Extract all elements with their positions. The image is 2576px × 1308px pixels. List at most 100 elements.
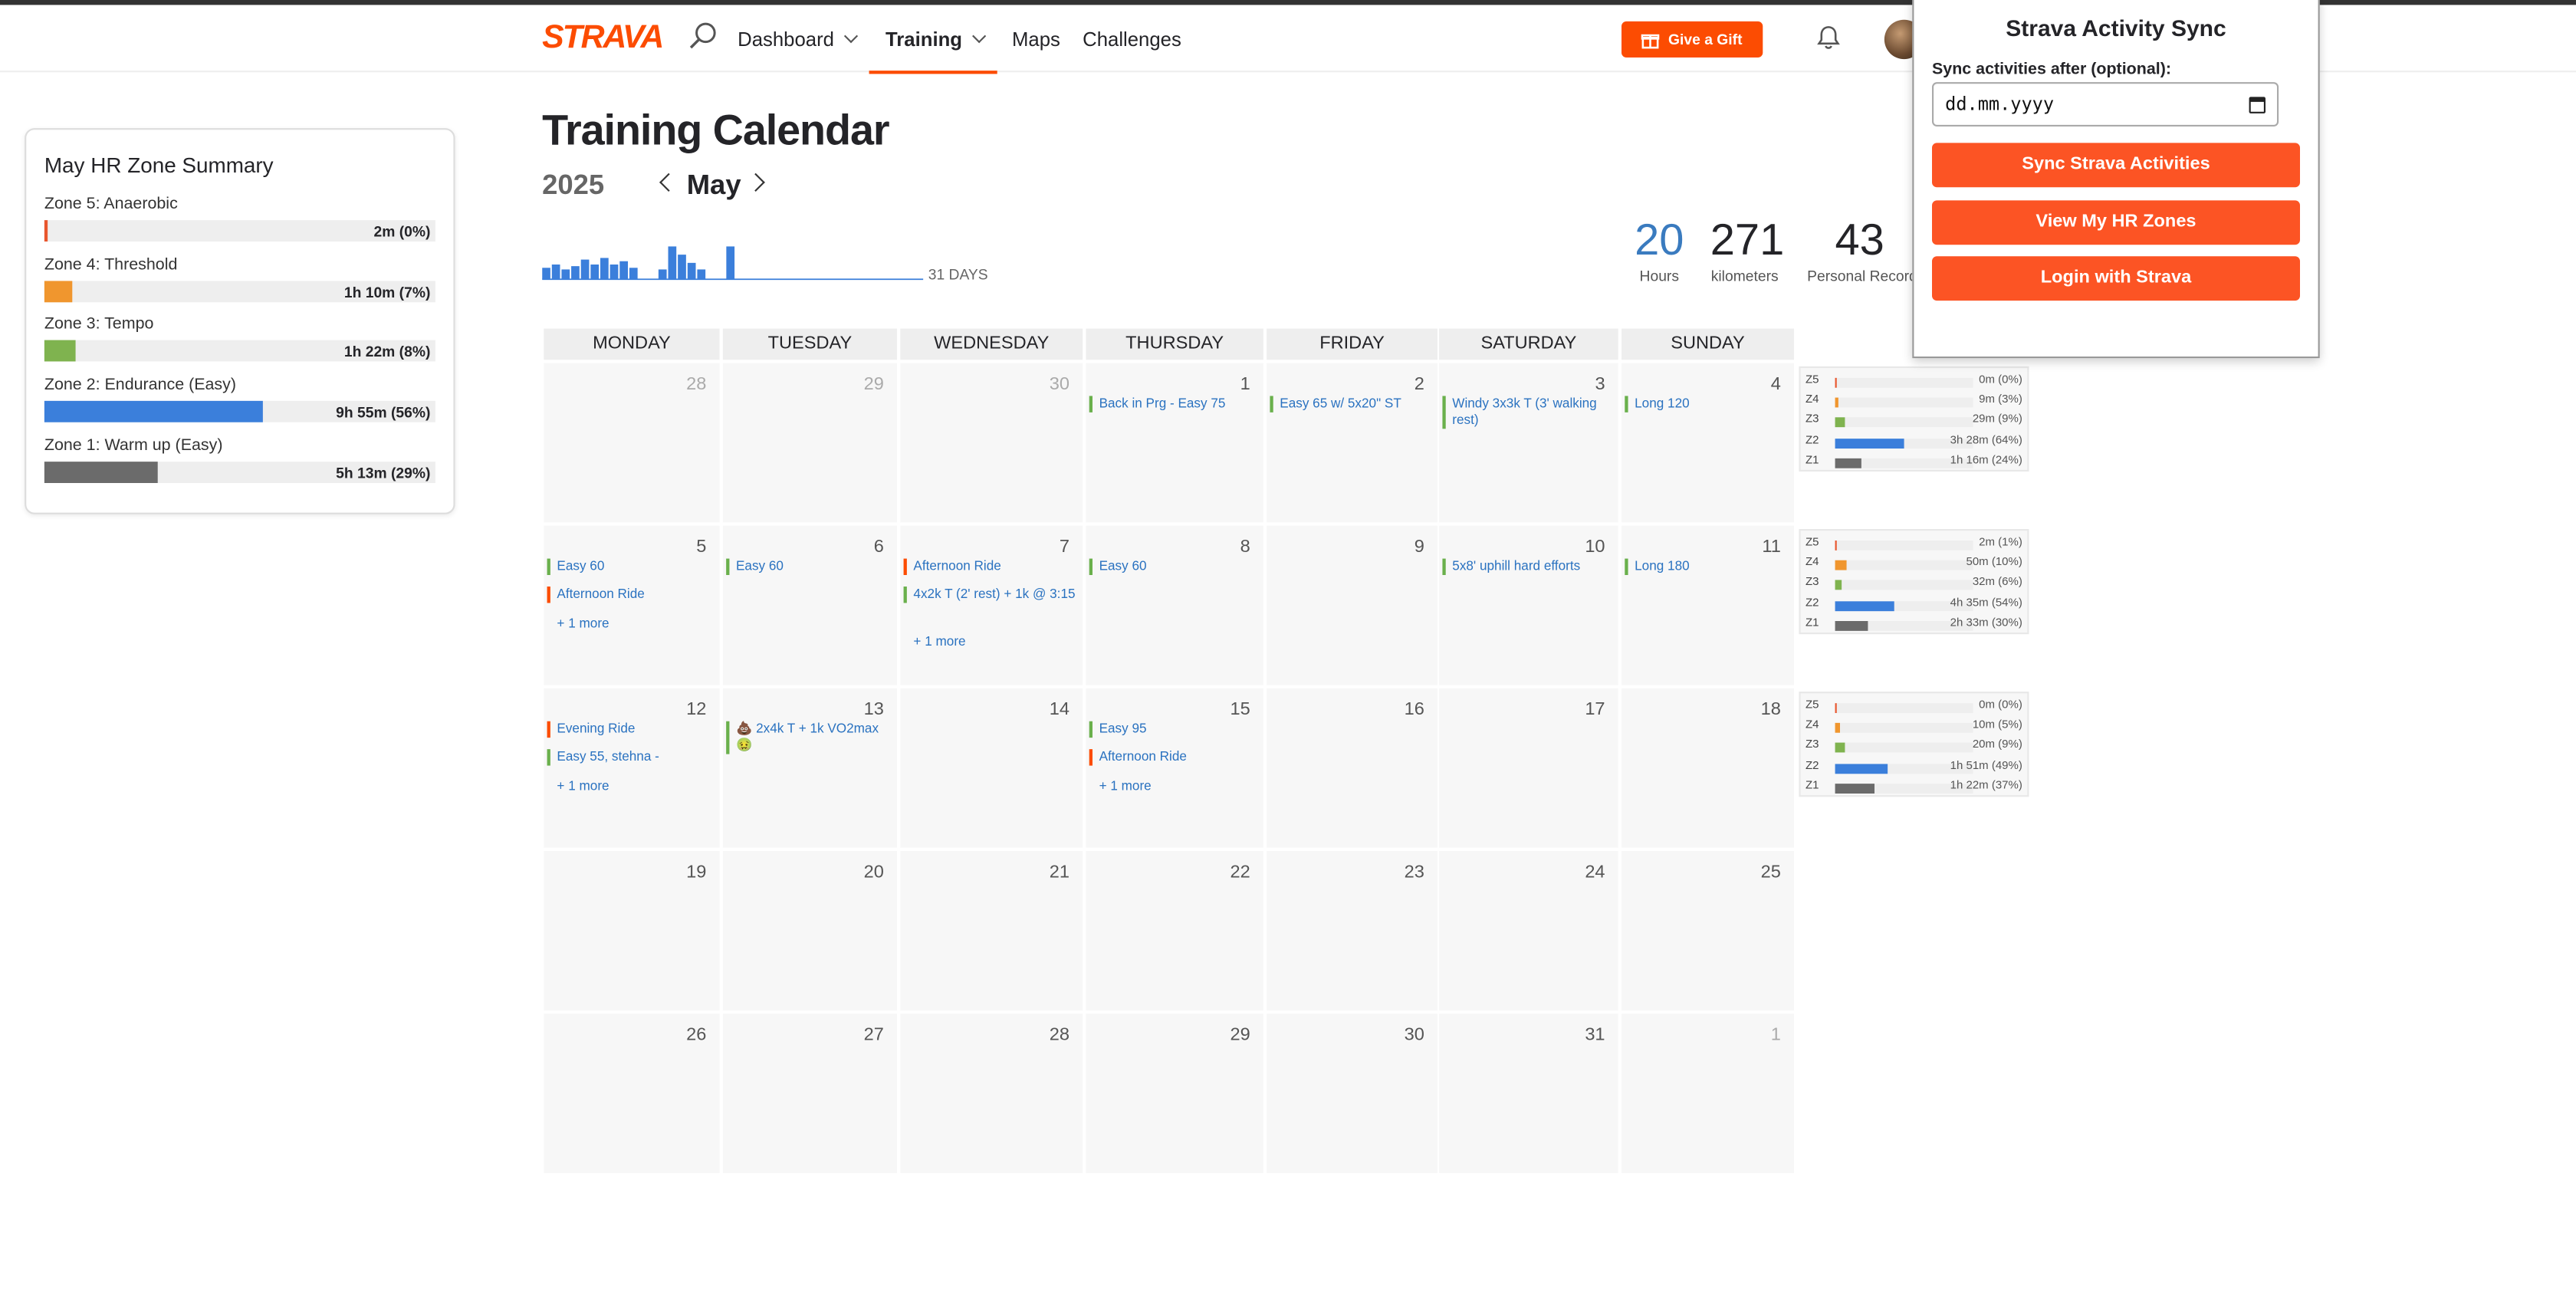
activity-link[interactable]: Easy 55, stehna - — [547, 749, 713, 766]
sync-date-input[interactable]: dd.mm.yyyy — [1932, 82, 2279, 127]
zone-bar-fill — [44, 462, 158, 483]
month-label: May — [686, 169, 741, 201]
activity-link[interactable]: Easy 60 — [1089, 558, 1257, 575]
day-cell[interactable]: 13 💩 2x4k T + 1k VO2max 🤢 — [722, 688, 897, 848]
activity-link[interactable]: Afternoon Ride — [903, 558, 1076, 575]
day-cell[interactable]: 12 Evening Ride Easy 55, stehna - + 1 more — [544, 688, 720, 848]
day-cell[interactable]: 26 — [544, 1014, 720, 1173]
nav-training[interactable]: Training — [886, 28, 986, 51]
day-cell[interactable]: 30 — [1267, 1014, 1438, 1173]
day-number: 30 — [1049, 374, 1070, 395]
zone-label: Zone 2: Endurance (Easy) — [44, 376, 237, 395]
more-activities-link[interactable]: + 1 more — [913, 634, 965, 649]
day-number: 4 — [1770, 374, 1781, 395]
stat-block: 43 Personal Records — [1807, 215, 1912, 284]
more-activities-link[interactable]: + 1 more — [557, 779, 609, 794]
weekly-hr-zone-label: Z2 — [1806, 434, 1819, 446]
nav-dashboard[interactable]: Dashboard — [738, 28, 858, 51]
day-cell[interactable]: 19 — [544, 851, 720, 1011]
day-cell[interactable]: 25 — [1622, 851, 1794, 1011]
day-cell[interactable]: 16 — [1267, 688, 1438, 848]
day-cell[interactable]: 27 — [722, 1014, 897, 1173]
zone-row: Zone 5: Anaerobic 2m (0%) — [44, 196, 435, 242]
day-cell[interactable]: 7 Afternoon Ride 4x2k T (2' rest) + 1k @ 3… — [900, 525, 1083, 685]
activity-link[interactable]: Afternoon Ride — [1089, 749, 1257, 766]
activity-link[interactable]: 4x2k T (2' rest) + 1k @ 3:15 — [903, 587, 1076, 603]
day-cell[interactable]: 24 — [1439, 851, 1618, 1011]
day-cell[interactable]: 5 Easy 60 Afternoon Ride + 1 more — [544, 525, 720, 685]
weekly-hr-value: 4h 35m (54%) — [1950, 597, 2022, 610]
day-cell[interactable]: 21 — [900, 851, 1083, 1011]
nav-challenges[interactable]: Challenges — [1083, 28, 1181, 51]
day-number: 14 — [1049, 699, 1070, 720]
activity-link[interactable]: Evening Ride — [547, 721, 713, 738]
zone-row: Zone 4: Threshold 1h 10m (7%) — [44, 256, 435, 303]
day-cell[interactable]: 4 Long 120 — [1622, 363, 1794, 523]
nav-maps[interactable]: Maps — [1012, 28, 1060, 51]
day-number: 5 — [696, 537, 707, 557]
activity-link[interactable]: Windy 3x3k T (3' walking rest) — [1442, 396, 1612, 429]
day-cell[interactable]: 18 — [1622, 688, 1794, 848]
popup-title: Strava Activity Sync — [2006, 15, 2226, 41]
weekly-hr-row: Z2 1h 51m (49%) — [1806, 760, 2026, 776]
hr-zone-summary-panel: May HR Zone Summary Zone 5: Anaerobic 2m … — [25, 128, 455, 514]
weekly-hr-bar — [1835, 560, 1973, 570]
day-cell[interactable]: 20 — [722, 851, 897, 1011]
day-cell[interactable]: 3 Windy 3x3k T (3' walking rest) — [1439, 363, 1618, 523]
activity-link[interactable]: Back in Prg - Easy 75 — [1089, 396, 1257, 412]
activity-link[interactable]: Long 180 — [1625, 558, 1787, 575]
sparkline-day-bar — [590, 265, 600, 280]
day-cell[interactable]: 28 — [544, 363, 720, 523]
activity-link[interactable]: Easy 60 — [547, 558, 713, 575]
day-cell[interactable]: 9 — [1267, 525, 1438, 685]
day-cell[interactable]: 1 Back in Prg - Easy 75 — [1086, 363, 1263, 523]
weekday-header: TUESDAY — [722, 328, 897, 360]
weekly-hr-bar — [1835, 397, 1973, 408]
weekly-hr-row: Z3 20m (9%) — [1806, 740, 2026, 756]
day-cell[interactable]: 31 — [1439, 1014, 1618, 1173]
previous-month-icon[interactable] — [659, 173, 678, 192]
login-with-strava-button[interactable]: Login with Strava — [1932, 256, 2300, 301]
app-root: STRAVA Dashboard Training Maps Challenge… — [0, 0, 2576, 1308]
day-cell[interactable]: 6 Easy 60 — [722, 525, 897, 685]
day-cell[interactable]: 22 — [1086, 851, 1263, 1011]
day-cell[interactable]: 11 Long 180 — [1622, 525, 1794, 685]
day-cell[interactable]: 29 — [1086, 1014, 1263, 1173]
more-activities-link[interactable]: + 1 more — [1099, 779, 1152, 794]
sync-activities-button[interactable]: Sync Strava Activities — [1932, 143, 2300, 188]
weekly-hr-row: Z1 1h 22m (37%) — [1806, 780, 2026, 796]
strava-logo[interactable]: STRAVA — [542, 20, 664, 58]
stat-label: kilometers — [1710, 268, 1779, 284]
sparkline-day-bar — [571, 266, 580, 280]
more-activities-link[interactable]: + 1 more — [557, 616, 609, 631]
day-cell[interactable]: 29 — [722, 363, 897, 523]
day-cell[interactable]: 23 — [1267, 851, 1438, 1011]
activity-link[interactable]: Easy 60 — [726, 558, 890, 575]
day-number: 29 — [1230, 1025, 1250, 1045]
day-cell[interactable]: 14 — [900, 688, 1083, 848]
weekly-hr-value: 1h 22m (37%) — [1950, 780, 2022, 792]
day-cell[interactable]: 2 Easy 65 w/ 5x20" ST — [1267, 363, 1438, 523]
calendar-icon[interactable] — [2249, 97, 2266, 113]
activity-link[interactable]: Afternoon Ride — [547, 587, 713, 603]
day-cell[interactable]: 10 5x8' uphill hard efforts — [1439, 525, 1618, 685]
day-number: 6 — [873, 537, 884, 557]
activity-link[interactable]: 5x8' uphill hard efforts — [1442, 558, 1612, 575]
day-cell[interactable]: 17 — [1439, 688, 1618, 848]
activity-link[interactable]: Long 120 — [1625, 396, 1787, 412]
day-cell[interactable]: 30 — [900, 363, 1083, 523]
day-cell[interactable]: 1 — [1622, 1014, 1794, 1173]
search-icon[interactable] — [688, 21, 718, 51]
give-a-gift-button[interactable]: Give a Gift — [1622, 21, 1763, 58]
weekly-hr-zone-label: Z1 — [1806, 617, 1819, 629]
day-cell[interactable]: 8 Easy 60 — [1086, 525, 1263, 685]
activity-link[interactable]: 💩 2x4k T + 1k VO2max 🤢 — [726, 721, 890, 754]
next-month-icon[interactable] — [746, 173, 765, 192]
bell-icon[interactable] — [1815, 25, 1842, 51]
day-cell[interactable]: 15 Easy 95 Afternoon Ride + 1 more — [1086, 688, 1263, 848]
activity-link[interactable]: Easy 65 w/ 5x20" ST — [1270, 396, 1431, 412]
view-hr-zones-button[interactable]: View My HR Zones — [1932, 200, 2300, 245]
stat-block: 20 Hours — [1631, 215, 1687, 284]
activity-link[interactable]: Easy 95 — [1089, 721, 1257, 738]
day-cell[interactable]: 28 — [900, 1014, 1083, 1173]
